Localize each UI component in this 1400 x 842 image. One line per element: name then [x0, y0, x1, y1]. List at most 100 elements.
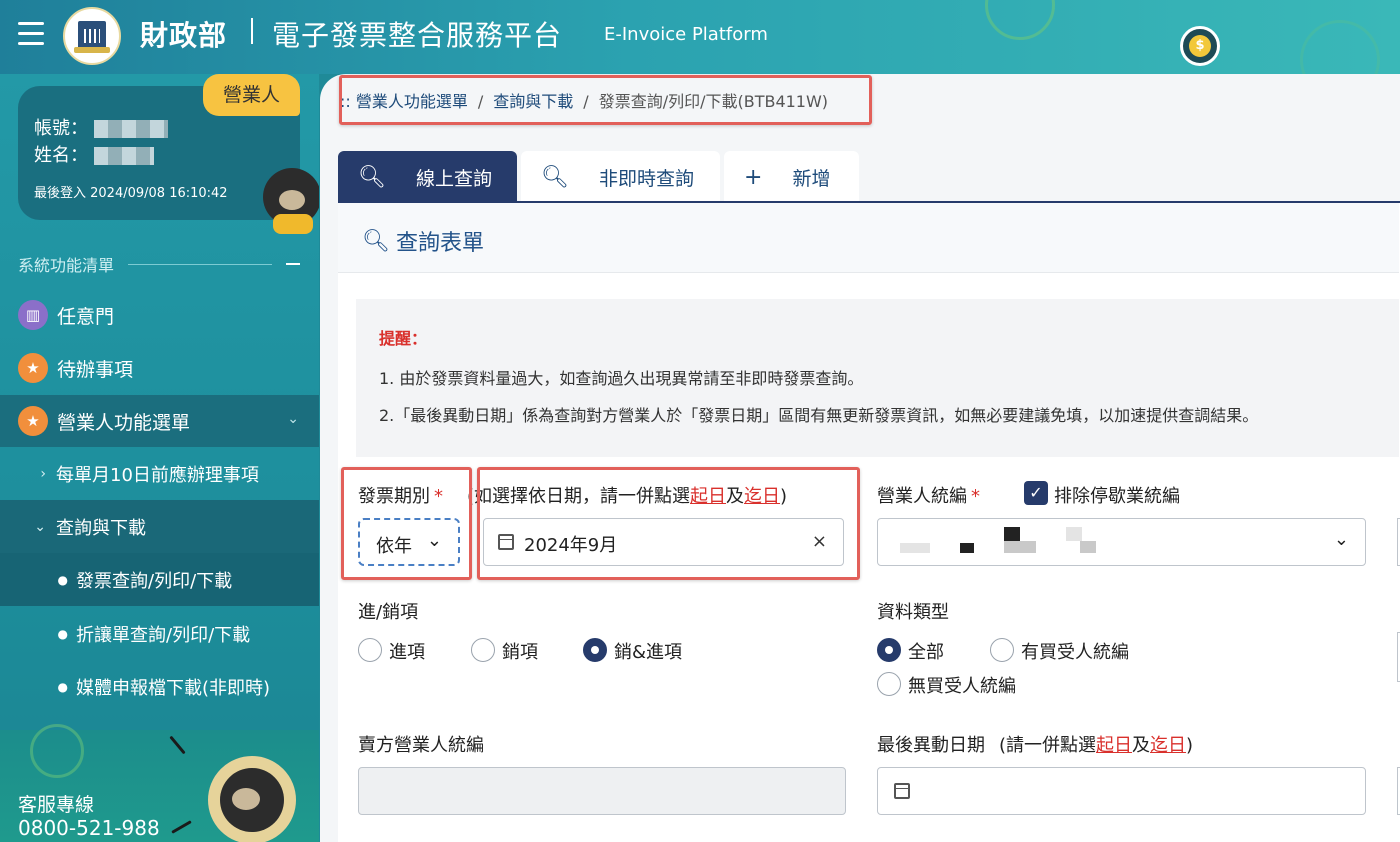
bear-mascot-icon: [208, 756, 296, 842]
ban-select[interactable]: ⌄: [877, 518, 1366, 566]
radio-type-with-buyer-label: 有買受人統編: [1021, 642, 1129, 663]
radio-type-with-buyer[interactable]: [990, 638, 1014, 662]
radio-type-no-buyer-label: 無買受人統編: [908, 676, 1016, 697]
decor-bubble: [985, 0, 1055, 40]
last-login: 最後登入 2024/09/08 16:10:42: [34, 186, 228, 201]
sidebar-item-label: 查詢與下載: [56, 517, 146, 539]
search-icon: 🔍︎: [358, 164, 386, 190]
sidebar-item-label: 任意門: [57, 305, 115, 328]
spark-icon: [171, 820, 192, 834]
seller-ban-label: 賣方營業人統編: [358, 735, 484, 756]
ban-label: 營業人統編 *: [877, 486, 980, 507]
menu-section-header: 系統功能清單: [18, 252, 300, 276]
bullet-icon: ●: [57, 679, 68, 694]
account-label: 帳號：: [34, 118, 88, 139]
role-badge: 營業人: [203, 74, 300, 116]
star-icon: ★: [18, 353, 48, 383]
decor-bubble: [1300, 20, 1380, 74]
ministry-logo[interactable]: [63, 7, 121, 65]
form-header: 🔍︎ 查詢表單: [338, 203, 1399, 273]
sidebar-item-label: 發票查詢/列印/下載: [76, 570, 233, 592]
radio-direction-out-label: 銷項: [502, 642, 538, 663]
ban-mask: [1066, 527, 1082, 541]
highlight-breadcrumb: [339, 75, 872, 125]
sidebar-item-anydoor[interactable]: ▥ 任意門: [0, 289, 319, 341]
bullet-icon: ●: [57, 626, 68, 641]
data-type-label: 資料類型: [877, 602, 949, 623]
highlight-period-mode: [341, 467, 472, 580]
form-title: 🔍︎ 查詢表單: [362, 228, 484, 257]
sidebar-item-label: 折讓單查詢/列印/下載: [76, 624, 251, 646]
sidebar-item-label: 每單月10日前應辦理事項: [56, 464, 259, 486]
brand-divider: [251, 18, 253, 44]
ban-mask: [1080, 541, 1096, 553]
top-header: 財政部 電子發票整合服務平台 E-Invoice Platform $: [0, 0, 1400, 74]
calendar-icon: [894, 783, 910, 799]
sidebar-subsub-media-download[interactable]: ● 媒體申報檔下載(非即時): [0, 660, 319, 713]
helpline-number[interactable]: 0800-521-988: [18, 816, 160, 840]
tab-bar: 🔍︎ 線上查詢 🔍︎ 非即時查詢 + 新增: [338, 151, 863, 203]
platform-name-en: E-Invoice Platform: [604, 24, 768, 45]
name-mask: [94, 147, 154, 165]
map-icon: ▥: [18, 300, 48, 330]
sidebar-subsub-invoice-query[interactable]: ● 發票查詢/列印/下載: [0, 553, 319, 606]
radio-direction-in-label: 進項: [389, 642, 425, 663]
tab-batch-query[interactable]: 🔍︎ 非即時查詢: [521, 151, 720, 203]
collapse-icon[interactable]: [286, 263, 300, 265]
exclude-suspended-checkbox[interactable]: ✓: [1024, 481, 1048, 505]
ministry-name: 財政部: [140, 19, 228, 52]
sidebar-subsub-allowance-query[interactable]: ● 折讓單查詢/列印/下載: [0, 607, 319, 660]
seller-ban-input[interactable]: [358, 767, 846, 815]
sidebar: 營業人 帳號： 姓名： 最後登入 2024/09/08 16:10:42 系統功…: [0, 74, 321, 842]
plus-icon: +: [744, 164, 763, 190]
spark-icon: [169, 735, 186, 755]
name-label: 姓名：: [34, 145, 88, 166]
chevron-down-icon: ⌄: [1333, 529, 1349, 550]
menu-section-title: 系統功能清單: [18, 256, 115, 275]
radio-type-all[interactable]: [877, 638, 901, 662]
direction-label: 進/銷項: [358, 602, 419, 623]
notice-line-2: 2.「最後異動日期」係為查詢對方營業人於「發票日期」區間有無更新發票資訊，如無必…: [379, 406, 1259, 425]
hamburger-menu-icon[interactable]: [18, 22, 44, 46]
notice-box: 提醒： 1. 由於發票資料量過大，如查詢過久出現異常請至非即時發票查詢。 2.「…: [356, 299, 1399, 457]
decor-bubble: [30, 724, 84, 778]
radio-direction-both[interactable]: [583, 638, 607, 662]
account-mask: [94, 120, 168, 138]
tab-online-query[interactable]: 🔍︎ 線上查詢: [338, 151, 517, 203]
helpline-label: 客服專線: [18, 794, 95, 816]
ban-mask: [1004, 541, 1036, 553]
ban-mask: [960, 543, 974, 553]
radio-direction-in[interactable]: [358, 638, 382, 662]
radio-direction-out[interactable]: [471, 638, 495, 662]
bullet-icon: ●: [57, 572, 68, 587]
search-icon: 🔍︎: [362, 228, 390, 254]
notice-title: 提醒：: [379, 329, 428, 348]
helpline-panel: 客服專線 0800-521-988: [0, 724, 319, 842]
sidebar-item-label: 媒體申報檔下載(非即時): [76, 677, 271, 699]
star-icon: ★: [18, 406, 48, 436]
last-change-label: 最後異動日期 (請一併點選起日及迄日): [877, 735, 1194, 756]
sidebar-item-todo[interactable]: ★ 待辦事項: [0, 342, 319, 394]
user-card: 營業人 帳號： 姓名： 最後登入 2024/09/08 16:10:42: [18, 74, 321, 234]
sidebar-item-label: 營業人功能選單: [57, 411, 191, 434]
sidebar-subitem-monthly[interactable]: › 每單月10日前應辦理事項: [0, 447, 319, 500]
coin-icon[interactable]: $: [1180, 26, 1220, 66]
search-icon: 🔍︎: [541, 164, 569, 190]
exclude-suspended-label: 排除停歇業統編: [1054, 486, 1180, 507]
sidebar-item-label: 待辦事項: [57, 358, 134, 381]
tab-add[interactable]: + 新增: [724, 151, 859, 203]
chevron-right-icon: ›: [40, 465, 46, 482]
ban-mask: [1004, 527, 1020, 541]
radio-direction-both-label: 銷&進項: [614, 642, 683, 663]
ban-mask: [900, 543, 930, 553]
name-row: 姓名：: [34, 141, 154, 167]
radio-type-no-buyer[interactable]: [877, 672, 901, 696]
last-change-date-input[interactable]: [877, 767, 1366, 815]
platform-name: 電子發票整合服務平台: [272, 19, 563, 52]
highlight-period-date: [477, 467, 860, 580]
sidebar-item-business-menu[interactable]: ★ 營業人功能選單 ⌄: [0, 395, 319, 447]
chevron-down-icon: ⌄: [34, 518, 46, 535]
bear-mascot-icon: [263, 168, 321, 234]
sidebar-subitem-query-download[interactable]: ⌄ 查詢與下載: [0, 500, 319, 553]
chevron-down-icon: ⌄: [287, 411, 299, 427]
